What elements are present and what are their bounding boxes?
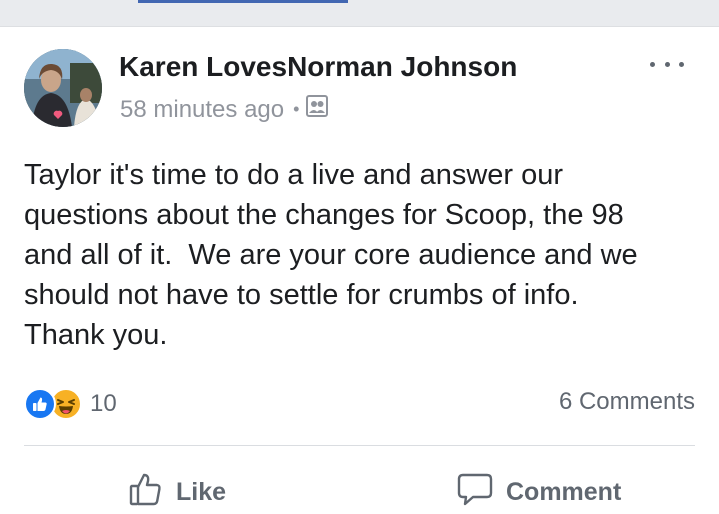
meta-separator: • — [293, 99, 300, 119]
more-dot — [664, 61, 670, 67]
author-name[interactable]: Karen LovesNorman Johnson — [119, 51, 517, 83]
avatar[interactable] — [24, 49, 102, 127]
actions-divider — [24, 445, 695, 446]
top-strip — [0, 0, 719, 27]
post-timestamp[interactable]: 58 minutes ago — [120, 96, 284, 124]
comments-count[interactable]: 6 Comments — [559, 388, 695, 416]
like-reaction-icon — [24, 388, 56, 420]
more-options-icon[interactable] — [650, 55, 684, 73]
reaction-count: 10 — [90, 390, 117, 417]
like-label: Like — [176, 478, 227, 506]
post-card: Karen LovesNorman Johnson 58 minutes ago… — [0, 27, 719, 508]
active-tab-indicator — [138, 0, 348, 3]
reactions-summary[interactable]: 10 — [24, 388, 117, 420]
post-meta: 58 minutes ago • — [120, 95, 329, 124]
group-privacy-icon[interactable] — [306, 95, 329, 124]
more-dot — [650, 61, 655, 67]
comment-label: Comment — [506, 478, 622, 506]
more-dot — [679, 61, 684, 67]
post-text: Taylor it's time to do a live and answer… — [24, 159, 638, 351]
